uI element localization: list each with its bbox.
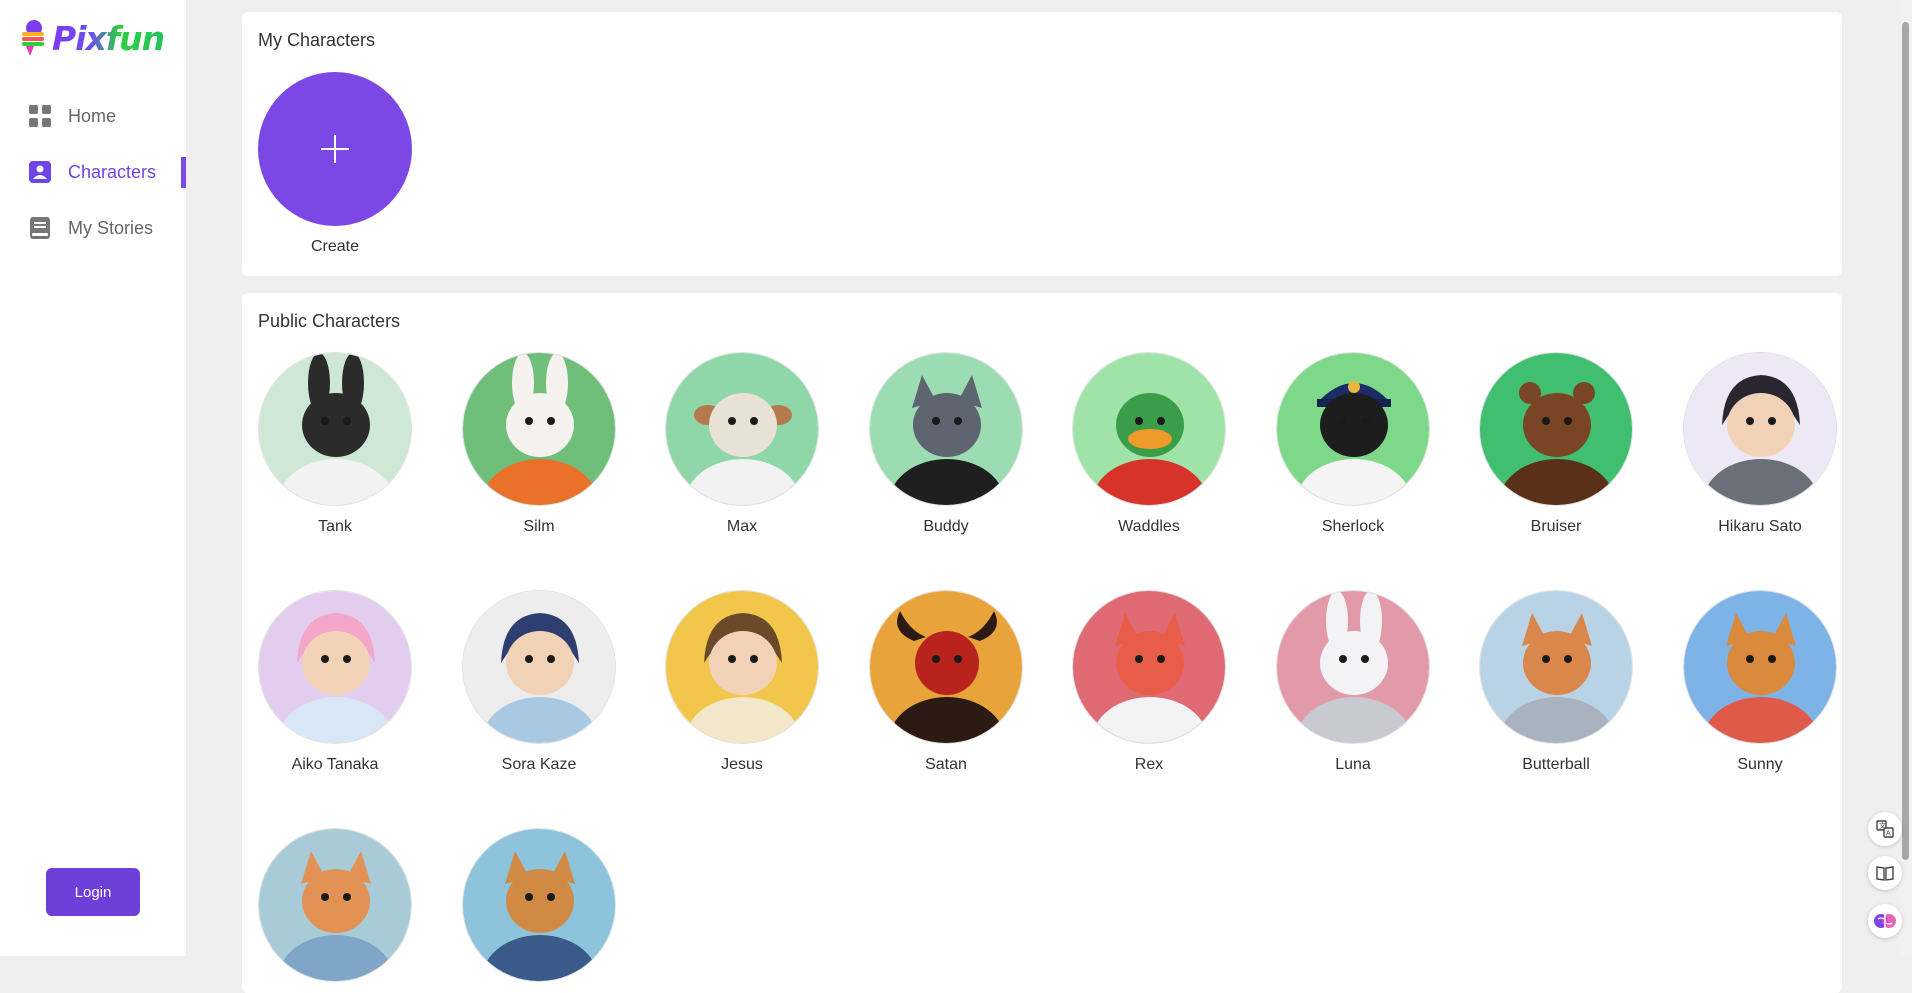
logo-text: Pixfun — [52, 18, 165, 58]
create-character-tile[interactable]: Create — [258, 72, 412, 256]
my-characters-section: My Characters Create — [242, 12, 1842, 276]
character-card[interactable]: Waddles — [1072, 352, 1226, 536]
character-name: Waddles — [1118, 518, 1180, 535]
character-name: Hikaru Sato — [1718, 518, 1802, 535]
devil-avatar[interactable] — [869, 590, 1023, 744]
anime-boy-avatar[interactable] — [1683, 352, 1837, 506]
bear-avatar[interactable] — [1479, 352, 1633, 506]
book-icon — [28, 216, 52, 240]
character-card[interactable]: Bruiser — [1479, 352, 1633, 536]
logo-icon — [20, 18, 50, 58]
character-name: Butterball — [1522, 756, 1590, 773]
page-scrollbar[interactable] — [1900, 0, 1912, 956]
character-card[interactable]: Aiko Tanaka — [258, 590, 412, 774]
fat-cat-avatar[interactable] — [1479, 590, 1633, 744]
character-card[interactable] — [462, 828, 616, 982]
grid-icon — [28, 104, 52, 128]
husky-avatar[interactable] — [869, 352, 1023, 506]
reader-icon — [1876, 866, 1894, 881]
character-card[interactable]: Sherlock — [1276, 352, 1430, 536]
create-character-button[interactable] — [258, 72, 412, 226]
character-card[interactable]: Sora Kaze — [462, 590, 616, 774]
translate-icon: 文A — [1876, 820, 1894, 838]
character-card[interactable]: Sunny — [1683, 590, 1837, 774]
character-card[interactable]: Hikaru Sato — [1683, 352, 1837, 536]
fox-avatar[interactable] — [1072, 590, 1226, 744]
sidebar: Pixfun Home Characters My Stories Login — [0, 0, 186, 956]
character-name: Sunny — [1737, 756, 1783, 773]
logo[interactable]: Pixfun — [20, 18, 165, 58]
login-button[interactable]: Login — [46, 868, 140, 916]
sidebar-item-characters[interactable]: Characters — [0, 144, 186, 200]
character-name: Buddy — [923, 518, 969, 535]
character-name: Tank — [318, 518, 352, 535]
reader-button[interactable] — [1868, 856, 1902, 890]
character-name: Bruiser — [1530, 518, 1582, 535]
user-card-icon — [28, 160, 52, 184]
character-name: Aiko Tanaka — [291, 756, 379, 773]
character-card[interactable]: Buddy — [869, 352, 1023, 536]
character-card[interactable]: Luna — [1276, 590, 1430, 774]
character-card[interactable]: Butterball — [1479, 590, 1633, 774]
plus-icon — [321, 135, 349, 163]
create-label: Create — [310, 238, 360, 255]
character-name: Silm — [523, 518, 555, 535]
public-characters-section: Public Characters Tank Silm Max Buddy Wa… — [242, 293, 1842, 993]
character-name: Sherlock — [1321, 518, 1385, 535]
character-name: Satan — [925, 756, 967, 773]
character-card[interactable]: Max — [665, 352, 819, 536]
character-card[interactable] — [258, 828, 412, 982]
character-name: Max — [726, 518, 758, 535]
character-name: Luna — [1335, 756, 1371, 773]
sidebar-item-label: Characters — [68, 161, 157, 182]
sidebar-nav: Home Characters My Stories — [0, 88, 186, 256]
kitten-avatar[interactable] — [258, 828, 412, 982]
muscle-cat-avatar[interactable] — [1683, 590, 1837, 744]
police-dog-avatar[interactable] — [1276, 352, 1430, 506]
character-card[interactable]: Jesus — [665, 590, 819, 774]
section-title: Public Characters — [258, 311, 401, 331]
character-card[interactable]: Tank — [258, 352, 412, 536]
anime-girl-blue-avatar[interactable] — [462, 590, 616, 744]
fluffy-rabbit-avatar[interactable] — [1276, 590, 1430, 744]
anime-girl-pink-avatar[interactable] — [258, 590, 412, 744]
svg-text:A: A — [1886, 830, 1891, 838]
translate-button[interactable]: 文A — [1868, 812, 1902, 846]
character-name: Rex — [1134, 756, 1164, 773]
sidebar-item-label: My Stories — [68, 217, 154, 238]
section-title: My Characters — [258, 30, 376, 50]
duck-avatar[interactable] — [1072, 352, 1226, 506]
svg-text:文: 文 — [1879, 821, 1886, 830]
character-name: Jesus — [721, 756, 763, 773]
scrollbar-thumb[interactable] — [1902, 22, 1909, 860]
bearded-man-avatar[interactable] — [665, 590, 819, 744]
sidebar-item-home[interactable]: Home — [0, 88, 186, 144]
bulldog-avatar[interactable] — [665, 352, 819, 506]
character-card[interactable]: Silm — [462, 352, 616, 536]
white-rabbit-avatar[interactable] — [462, 352, 616, 506]
ai-brain-icon — [1874, 914, 1896, 928]
muscle-shiba-avatar[interactable] — [462, 828, 616, 982]
character-card[interactable]: Satan — [869, 590, 1023, 774]
sidebar-item-label: Home — [68, 105, 117, 126]
ai-assistant-button[interactable] — [1868, 904, 1902, 938]
character-name: Sora Kaze — [501, 756, 577, 773]
black-rabbit-avatar[interactable] — [258, 352, 412, 506]
sidebar-item-my-stories[interactable]: My Stories — [0, 200, 186, 256]
character-card[interactable]: Rex — [1072, 590, 1226, 774]
